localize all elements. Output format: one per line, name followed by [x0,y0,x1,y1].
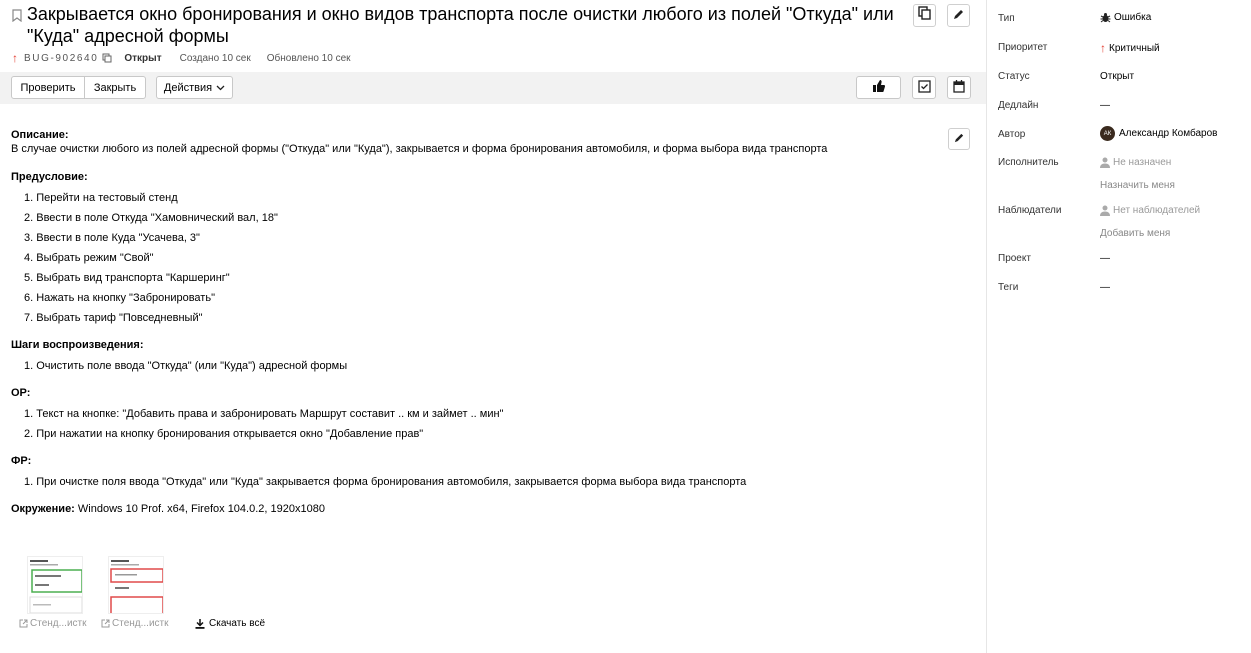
list-item: 6. Нажать на кнопку "Забронировать" [24,292,215,304]
actions-label: Действия [163,81,213,94]
like-button[interactable] [856,76,901,99]
attachment-name: Стенд...истк [30,618,87,629]
status-label: Статус [998,71,1030,82]
copy-icon [918,6,931,25]
actual-list: 1. Текст на кнопке: "Добавить права и за… [11,404,951,444]
pencil-icon [954,130,965,148]
issue-key[interactable]: BUG-902640 [24,53,98,64]
issue-description: Описание: В случае очистки любого из пол… [11,128,951,516]
priority-field[interactable]: ↑ Критичный [1100,41,1160,55]
external-link-icon [19,619,28,628]
attachment-link[interactable]: Стенд...истк [101,618,168,629]
type-label: Тип [998,13,1015,24]
priority-arrow-icon: ↑ [1100,41,1106,55]
environment-heading: Окружение: [11,503,75,515]
description-heading: Описание: [11,129,69,141]
tags-label: Теги [998,282,1019,293]
environment-line: Окружение: Windows 10 Prof. x64, Firefox… [11,502,951,516]
assignee-label: Исполнитель [998,157,1059,168]
list-item: 1. Текст на кнопке: "Добавить права и за… [24,408,504,420]
precondition-list: 1. Перейти на тестовый стенд 2. Ввести в… [11,188,951,328]
assign-me-link[interactable]: Назначить меня [1100,180,1175,191]
check-button[interactable]: Проверить [11,76,85,99]
environment-text: Windows 10 Prof. x64, Firefox 104.0.2, 1… [74,503,325,515]
type-value: Ошибка [1114,12,1152,23]
checklist-button[interactable] [912,76,936,99]
list-item: 5. Выбрать вид транспорта "Каршеринг" [24,272,230,284]
project-label: Проект [998,253,1031,264]
precondition-heading: Предусловие: [11,171,88,183]
list-item: 3. Ввести в поле Куда "Усачева, 3" [24,232,200,244]
bug-icon [1100,12,1111,23]
issue-title: Закрывается окно бронирования и окно вид… [27,4,894,46]
watchers-label: Наблюдатели [998,205,1062,216]
list-item: 1. Очистить поле ввода "Откуда" (или "Ку… [24,360,348,372]
checklist-icon [917,79,931,96]
priority-arrow-icon: ↑ [12,51,18,65]
issue-meta: ↑ BUG-902640 Открыт Создано 10 сек Обнов… [12,51,351,65]
status-value[interactable]: Открыт [1100,71,1134,82]
deadline-label: Дедлайн [998,100,1039,111]
author-label: Автор [998,129,1026,140]
assignee-field[interactable]: Не назначен [1100,157,1171,168]
edit-title-button[interactable] [947,4,970,27]
tags-value[interactable]: — [1100,282,1110,293]
external-link-icon [101,619,110,628]
issue-main: Закрывается окно бронирования и окно вид… [0,0,986,653]
avatar: АК [1100,126,1115,141]
transition-buttons: Проверить Закрыть [11,76,146,99]
author-value: Александр Комбаров [1119,128,1218,139]
download-all-button[interactable]: Скачать всё [195,618,265,629]
repro-list: 1. Очистить поле ввода "Откуда" (или "Ку… [11,356,951,376]
priority-value: Критичный [1109,42,1160,54]
status-badge: Открыт [124,52,162,64]
actual-heading: ОР: [11,387,31,399]
list-item: 7. Выбрать тариф "Повседневный" [24,312,203,324]
close-button[interactable]: Закрыть [85,76,146,99]
updated-time: Обновлено 10 сек [266,52,351,64]
author-field[interactable]: АК Александр Комбаров [1100,126,1217,141]
download-icon [195,618,205,629]
list-item: 4. Выбрать режим "Свой" [24,252,154,264]
description-text: В случае очистки любого из полей адресно… [11,143,828,155]
user-icon [1100,157,1110,168]
add-me-link[interactable]: Добавить меня [1100,228,1170,239]
issue-sidebar: Тип Ошибка Приоритет ↑ Критичный Статус … [986,0,1251,653]
calendar-button[interactable] [947,76,971,99]
attachment-link[interactable]: Стенд...истк [19,618,86,629]
project-value[interactable]: — [1100,253,1110,264]
chevron-down-icon [216,85,225,91]
type-field[interactable]: Ошибка [1100,12,1151,23]
list-item: 2. При нажатии на кнопку бронирования от… [24,428,424,440]
watchers-field[interactable]: Нет наблюдателей [1100,205,1200,216]
created-time: Создано 10 сек [179,52,251,64]
repro-heading: Шаги воспроизведения: [11,339,144,351]
pencil-icon [953,7,965,25]
attachment-thumbnail[interactable] [27,556,83,614]
calendar-icon [953,79,965,96]
copy-key-icon[interactable] [102,53,112,63]
issue-toolbar: Проверить Закрыть Действия [0,72,986,104]
watchers-value: Нет наблюдателей [1113,205,1201,216]
bookmark-icon[interactable] [12,9,22,23]
thumbs-up-icon [872,80,885,95]
expected-list: 1. При очистке поля ввода "Откуда" или "… [11,472,951,492]
priority-label: Приоритет [998,42,1048,53]
download-all-label: Скачать всё [209,618,266,629]
edit-description-button[interactable] [948,128,970,150]
actions-dropdown[interactable]: Действия [156,76,233,99]
attachment-name: Стенд...истк [112,618,169,629]
list-item: 2. Ввести в поле Откуда "Хамовнический в… [24,212,278,224]
copy-link-button[interactable] [913,4,936,27]
attachment-thumbnail[interactable] [108,556,164,614]
expected-heading: ФР: [11,455,32,467]
user-icon [1100,205,1110,216]
list-item: 1. При очистке поля ввода "Откуда" или "… [24,476,747,488]
list-item: 1. Перейти на тестовый стенд [24,192,178,204]
assignee-value: Не назначен [1113,157,1172,168]
deadline-value[interactable]: — [1100,100,1110,111]
